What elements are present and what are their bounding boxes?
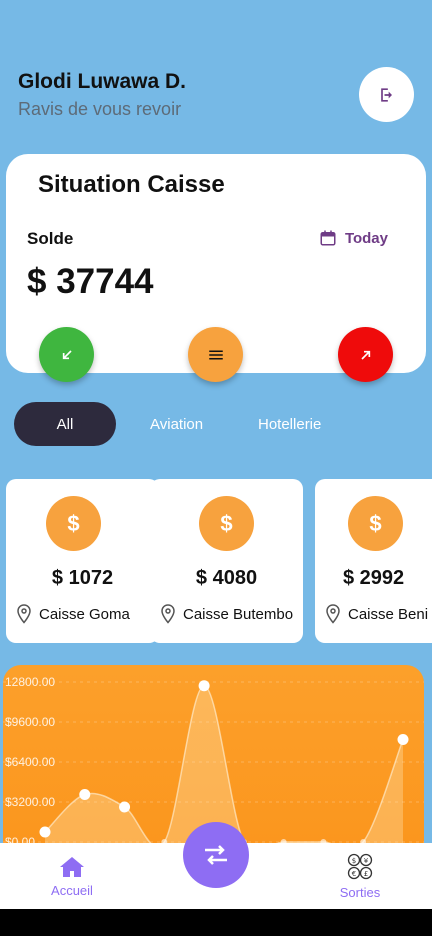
svg-text:$: $ bbox=[352, 857, 356, 865]
date-filter[interactable]: Today bbox=[319, 229, 388, 247]
arrow-down-left-icon bbox=[62, 349, 72, 359]
y-tick-label: 12800.00 bbox=[5, 675, 55, 689]
calendar-icon bbox=[320, 230, 336, 246]
caisse-name: Caisse Butembo bbox=[183, 605, 294, 623]
entree-button[interactable] bbox=[39, 327, 94, 382]
caisse-amount: $ 1072 bbox=[51, 567, 114, 589]
y-tick-label: $6400.00 bbox=[5, 755, 55, 769]
caisse-amount: $ 4080 bbox=[195, 567, 258, 589]
caisse-card-butembo[interactable]: $ $ 4080 Caisse Butembo bbox=[150, 479, 303, 643]
nav-sorties[interactable]: $ ¥ € £ Sorties bbox=[320, 843, 400, 909]
data-point bbox=[119, 801, 131, 813]
currency-exchange-icon: $ ¥ € £ bbox=[347, 853, 373, 879]
caisse-card-beni[interactable]: $ $ 2992 Caisse Beni bbox=[315, 479, 432, 643]
balance-amount: $ 37744 bbox=[27, 262, 154, 301]
filter-aviation[interactable]: Aviation bbox=[150, 402, 203, 446]
transfer-icon bbox=[205, 845, 227, 865]
logout-icon bbox=[380, 87, 392, 102]
card-title: Situation Caisse bbox=[38, 171, 225, 198]
arrow-up-right-icon bbox=[360, 350, 370, 360]
nav-home[interactable]: Accueil bbox=[32, 843, 112, 909]
nav-home-label: Accueil bbox=[51, 882, 93, 898]
svg-text:£: £ bbox=[364, 870, 368, 878]
dollar-icon: $ bbox=[199, 496, 254, 551]
y-tick-label: $3200.00 bbox=[5, 795, 55, 809]
menu-icon bbox=[208, 350, 223, 359]
y-tick-label: $9600.00 bbox=[5, 715, 55, 729]
date-filter-label: Today bbox=[344, 229, 388, 247]
dollar-icon: $ bbox=[46, 496, 101, 551]
balance-label: Solde bbox=[27, 229, 74, 248]
filter-all[interactable]: All bbox=[14, 402, 116, 446]
nav-sorties-label: Sorties bbox=[339, 884, 381, 900]
location-pin-icon bbox=[17, 604, 31, 624]
welcome-subtitle: Ravis de vous revoir bbox=[18, 99, 182, 119]
system-nav-bar bbox=[0, 909, 432, 936]
home-icon bbox=[60, 856, 84, 877]
caisse-name: Caisse Beni bbox=[348, 605, 429, 623]
caisse-name: Caisse Goma bbox=[39, 605, 130, 623]
caisse-card-goma[interactable]: $ $ 1072 Caisse Goma bbox=[6, 479, 159, 643]
sortie-button[interactable] bbox=[338, 327, 393, 382]
dollar-icon: $ bbox=[348, 496, 403, 551]
data-point bbox=[397, 734, 409, 745]
menu-button[interactable] bbox=[188, 327, 243, 382]
location-pin-icon bbox=[326, 604, 340, 624]
user-name: Glodi Luwawa D. bbox=[18, 70, 187, 93]
logout-button[interactable] bbox=[359, 67, 414, 122]
svg-text:€: € bbox=[352, 870, 356, 878]
caisse-amount: $ 2992 bbox=[343, 567, 405, 589]
data-point bbox=[79, 789, 91, 800]
svg-text:¥: ¥ bbox=[364, 857, 369, 865]
filter-hotellerie[interactable]: Hotellerie bbox=[258, 402, 321, 446]
data-point bbox=[198, 680, 210, 692]
location-pin-icon bbox=[161, 604, 175, 624]
transfer-button[interactable] bbox=[183, 822, 249, 888]
data-point bbox=[39, 826, 51, 838]
